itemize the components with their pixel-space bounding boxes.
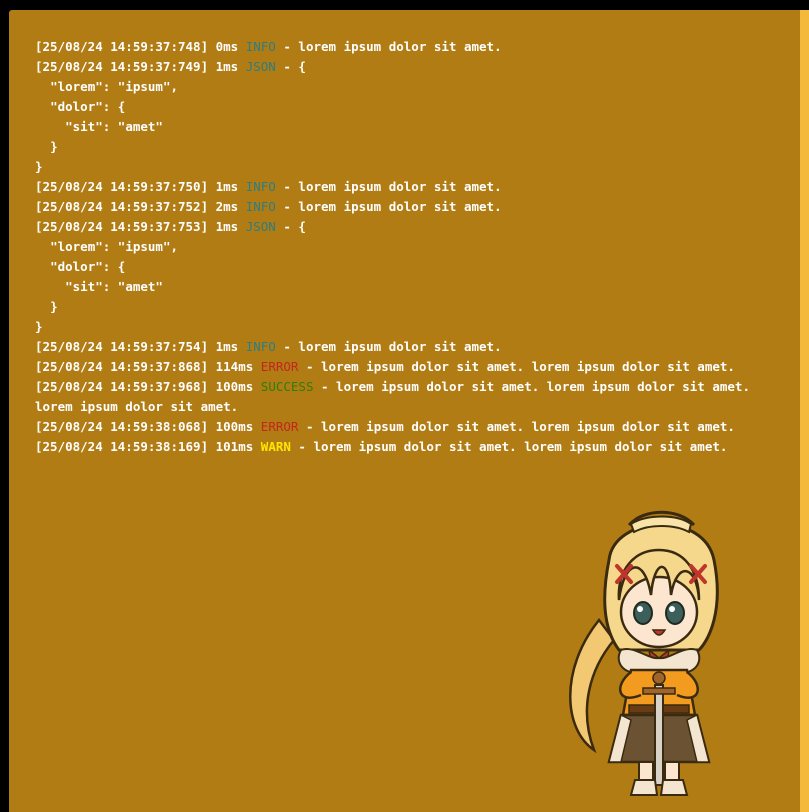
log-duration: 1ms (215, 219, 239, 234)
log-entry: [25/08/24 14:59:37:752] 2ms INFO - lorem… (35, 197, 765, 217)
log-entry: [25/08/24 14:59:37:750] 1ms INFO - lorem… (35, 177, 765, 197)
log-json-line: "lorem": "ipsum", (35, 239, 178, 254)
log-timestamp: [25/08/24 14:59:37:968] (35, 379, 209, 394)
log-duration: 1ms (215, 339, 239, 354)
log-duration: 1ms (215, 179, 239, 194)
log-level-success: SUCCESS (260, 379, 314, 394)
log-duration: 1ms (215, 59, 239, 74)
log-json-line: } (35, 159, 43, 174)
log-level-info: INFO (245, 39, 276, 54)
log-entry: [25/08/24 14:59:38:169] 101ms WARN - lor… (35, 437, 765, 457)
log-timestamp: [25/08/24 14:59:37:748] (35, 39, 209, 54)
log-timestamp: [25/08/24 14:59:37:750] (35, 179, 209, 194)
log-level-info: INFO (245, 199, 276, 214)
log-message: - lorem ipsum dolor sit amet. (275, 339, 502, 354)
log-json-line: } (35, 139, 58, 154)
log-timestamp: [25/08/24 14:59:38:169] (35, 439, 209, 454)
log-json-line: } (35, 299, 58, 314)
log-message: - { (275, 59, 306, 74)
log-message: - { (275, 219, 306, 234)
log-timestamp: [25/08/24 14:59:37:753] (35, 219, 209, 234)
log-message: - lorem ipsum dolor sit amet. lorem ipsu… (290, 439, 728, 454)
log-duration: 100ms (215, 419, 254, 434)
log-timestamp: [25/08/24 14:59:38:068] (35, 419, 209, 434)
log-duration: 101ms (215, 439, 254, 454)
log-level-warn: WARN (260, 439, 291, 454)
log-message: - lorem ipsum dolor sit amet. (275, 199, 502, 214)
log-duration: 114ms (215, 359, 254, 374)
log-json-line: "sit": "amet" (35, 119, 163, 134)
log-output: [25/08/24 14:59:37:748] 0ms INFO - lorem… (35, 37, 765, 457)
scrollbar-edge[interactable] (800, 10, 809, 812)
log-entry: [25/08/24 14:59:37:754] 1ms INFO - lorem… (35, 337, 765, 357)
log-json-line: "sit": "amet" (35, 279, 163, 294)
log-entry: [25/08/24 14:59:37:753] 1ms JSON - { (35, 217, 765, 237)
log-message: - lorem ipsum dolor sit amet. (275, 179, 502, 194)
log-timestamp: [25/08/24 14:59:37:868] (35, 359, 209, 374)
log-entry: [25/08/24 14:59:38:068] 100ms ERROR - lo… (35, 417, 765, 437)
log-level-json: JSON (245, 59, 276, 74)
log-level-error: ERROR (260, 419, 299, 434)
log-timestamp: [25/08/24 14:59:37:749] (35, 59, 209, 74)
log-level-info: INFO (245, 179, 276, 194)
log-level-json: JSON (245, 219, 276, 234)
log-duration: 2ms (215, 199, 239, 214)
log-entry: [25/08/24 14:59:37:968] 100ms SUCCESS - … (35, 377, 765, 417)
log-json-line: "dolor": { (35, 259, 126, 274)
log-duration: 0ms (215, 39, 239, 54)
log-message: - lorem ipsum dolor sit amet. lorem ipsu… (298, 419, 735, 434)
log-json-line: } (35, 319, 43, 334)
log-json-line: "lorem": "ipsum", (35, 79, 178, 94)
log-entry: [25/08/24 14:59:37:868] 114ms ERROR - lo… (35, 357, 765, 377)
log-json-line: "dolor": { (35, 99, 126, 114)
log-level-info: INFO (245, 339, 276, 354)
terminal-window: [25/08/24 14:59:37:748] 0ms INFO - lorem… (9, 10, 809, 812)
log-timestamp: [25/08/24 14:59:37:752] (35, 199, 209, 214)
anime-character-mascot-icon (569, 510, 719, 796)
log-entry: [25/08/24 14:59:37:749] 1ms JSON - { (35, 57, 765, 77)
log-entry: [25/08/24 14:59:37:748] 0ms INFO - lorem… (35, 37, 765, 57)
log-duration: 100ms (215, 379, 254, 394)
log-timestamp: [25/08/24 14:59:37:754] (35, 339, 209, 354)
log-level-error: ERROR (260, 359, 299, 374)
log-message: - lorem ipsum dolor sit amet. (275, 39, 502, 54)
log-message: - lorem ipsum dolor sit amet. lorem ipsu… (298, 359, 735, 374)
